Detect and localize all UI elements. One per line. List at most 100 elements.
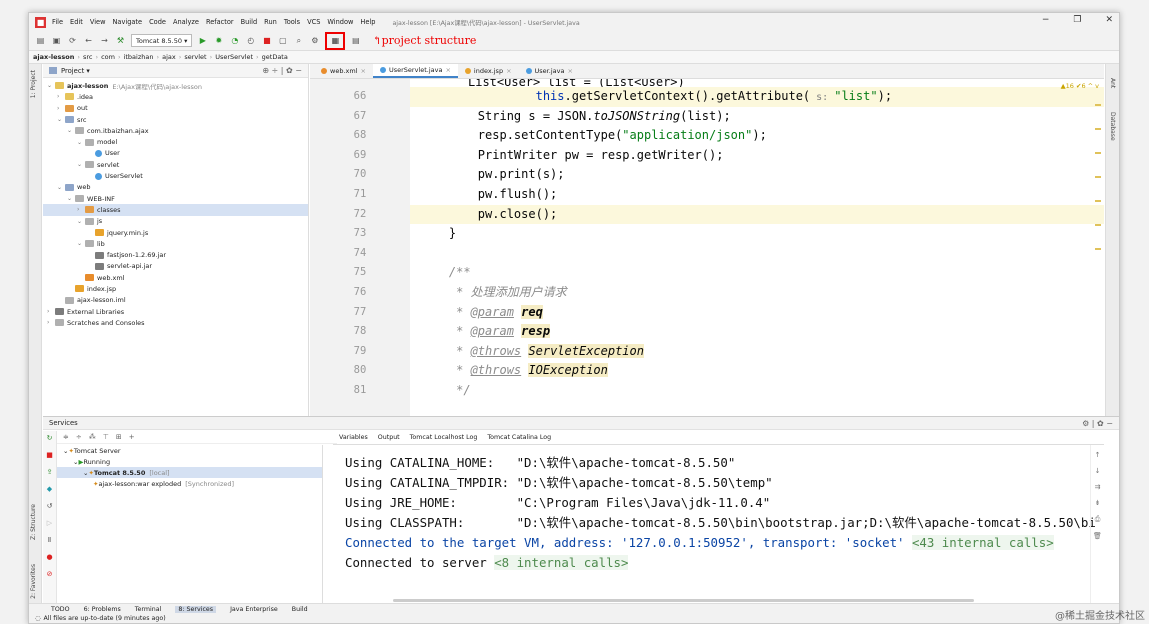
tool-window-tab[interactable]: TODO	[51, 606, 70, 613]
wrap-icon[interactable]: ⇉	[1095, 483, 1101, 491]
code-area[interactable]: List<User> list = (List<User>) this.getS…	[410, 79, 1104, 416]
coverage-icon[interactable]: ◔	[229, 35, 240, 46]
restart-icon[interactable]: ↻	[47, 434, 53, 442]
service-node[interactable]: ⌄ ✦ Tomcat 8.5.50 [local]	[57, 467, 322, 478]
expand-arrow-icon[interactable]: ⌄	[77, 161, 85, 168]
folded-calls[interactable]: <8 internal calls>	[494, 555, 629, 570]
resume-icon[interactable]: ▷	[47, 519, 52, 527]
expand-arrow-icon[interactable]: ⌄	[77, 240, 85, 247]
breadcrumb-item[interactable]: servlet	[184, 53, 206, 61]
add-service-icon[interactable]: +	[129, 433, 135, 441]
menu-vcs[interactable]: VCS	[307, 18, 320, 26]
tree-node[interactable]: UserServlet	[43, 170, 308, 181]
close-button[interactable]: ✕	[1105, 15, 1113, 25]
breadcrumb-item[interactable]: ajax	[162, 53, 176, 61]
project-tool-tab[interactable]: 1: Project	[30, 70, 37, 98]
favorites-tool-tab[interactable]: 2: Favorites	[30, 564, 37, 599]
close-tab-icon[interactable]: ×	[506, 67, 511, 75]
profile-icon[interactable]: ◴	[245, 35, 256, 46]
tree-node[interactable]: › .idea	[43, 91, 308, 102]
services-panel-actions[interactable]: ⚙ | ✿ −	[1082, 419, 1113, 428]
ant-tool-tab[interactable]: Ant	[1109, 78, 1116, 88]
refresh-icon[interactable]: ↺	[47, 502, 53, 510]
console-scrollbar[interactable]	[393, 599, 974, 602]
search-everywhere-icon[interactable]: ⌕	[293, 35, 304, 46]
tree-node[interactable]: › External Libraries	[43, 306, 308, 317]
expand-arrow-icon[interactable]: ⌄	[57, 184, 65, 191]
tree-node[interactable]: jquery.min.js	[43, 227, 308, 238]
menu-code[interactable]: Code	[149, 18, 166, 26]
expand-arrow-icon[interactable]: ›	[57, 93, 65, 100]
menu-tools[interactable]: Tools	[284, 18, 300, 26]
menu-build[interactable]: Build	[241, 18, 258, 26]
tool-window-tab[interactable]: 8: Services	[175, 605, 217, 613]
breakpoint-icon[interactable]: ●	[46, 553, 52, 561]
close-tab-icon[interactable]: ×	[567, 67, 572, 75]
expand-arrow-icon[interactable]: ›	[57, 105, 65, 112]
expand-arrow-icon[interactable]: ⌄	[77, 139, 85, 146]
tool-window-tab[interactable]: Terminal	[135, 606, 162, 613]
breadcrumb-item[interactable]: com	[101, 53, 115, 61]
expand-arrow-icon[interactable]: ⌄	[67, 195, 75, 202]
tool-window-tab[interactable]: Build	[292, 606, 308, 613]
down-icon[interactable]: ↓	[1095, 467, 1101, 475]
breadcrumb-item[interactable]: itbaizhan	[124, 53, 154, 61]
service-node[interactable]: ✦ ajax-lesson:war exploded [Synchronized]	[57, 478, 322, 489]
menu-file[interactable]: File	[52, 18, 63, 26]
save-icon[interactable]: ▣	[51, 35, 62, 46]
tree-node[interactable]: › classes	[43, 204, 308, 216]
editor-tab[interactable]: web.xml ×	[314, 64, 373, 78]
deploy-icon[interactable]: ◆	[47, 485, 52, 493]
project-structure-button[interactable]: ▦	[325, 31, 346, 50]
layout-icon[interactable]: ⊞	[116, 433, 122, 441]
menu-run[interactable]: Run	[264, 18, 277, 26]
build-icon[interactable]: ⚒	[115, 35, 126, 46]
menu-navigate[interactable]: Navigate	[112, 18, 142, 26]
editor-tab[interactable]: UserServlet.java ×	[372, 64, 458, 78]
stop-service-icon[interactable]: ■	[46, 451, 53, 459]
menu-edit[interactable]: Edit	[70, 18, 83, 26]
console-tab[interactable]: Tomcat Localhost Log	[410, 434, 478, 441]
maximize-button[interactable]: ❐	[1073, 15, 1081, 25]
back-icon[interactable]: ←	[83, 35, 94, 46]
breadcrumb-item[interactable]: ajax-lesson	[33, 53, 74, 61]
close-tab-icon[interactable]: ×	[361, 67, 366, 75]
menu-window[interactable]: Window	[327, 18, 353, 26]
filter-icon[interactable]: ⊤	[103, 433, 109, 441]
layout-icon[interactable]: ▢	[277, 35, 288, 46]
mute-icon[interactable]: ⊘	[47, 570, 53, 578]
expand-arrow-icon[interactable]: ⌄	[77, 218, 85, 225]
tree-node[interactable]: fastjson-1.2.69.jar	[43, 249, 308, 260]
expand-arrow-icon[interactable]: ⌄	[57, 116, 65, 123]
expand-arrow-icon[interactable]: ›	[77, 206, 85, 213]
console-tab[interactable]: Variables	[339, 434, 368, 441]
tree-node[interactable]: ⌄ web	[43, 182, 308, 193]
expand-arrow-icon[interactable]: ⌄	[47, 82, 55, 89]
pause-icon[interactable]: Ⅱ	[48, 536, 51, 544]
tree-node[interactable]: ⌄ WEB-INF	[43, 193, 308, 204]
tool-window-tab[interactable]: 6: Problems	[84, 606, 121, 613]
breadcrumb-item[interactable]: UserServlet	[215, 53, 253, 61]
expand-arrow-icon[interactable]: ⌄	[67, 127, 75, 134]
print-icon[interactable]: ⎙	[1095, 515, 1101, 524]
minimize-button[interactable]: −	[1042, 15, 1050, 25]
tree-node[interactable]: servlet-api.jar	[43, 261, 308, 272]
inspection-widget[interactable]: ▲16 ✔6 ^ v	[1061, 82, 1099, 90]
folded-calls[interactable]: <43 internal calls>	[911, 535, 1054, 550]
expand-arrow-icon[interactable]: ›	[47, 308, 55, 315]
tree-node[interactable]: ⌄ src	[43, 114, 308, 125]
collapse-all-icon[interactable]: ÷	[76, 433, 82, 441]
service-node[interactable]: ⌄ ✦ Tomcat Server	[57, 445, 322, 456]
debug-icon[interactable]: ✹	[213, 35, 224, 46]
structure-tool-tab[interactable]: Z: Structure	[30, 504, 37, 540]
menu-analyze[interactable]: Analyze	[173, 18, 199, 26]
project-panel-actions[interactable]: ⊕ ÷ | ✿ −	[262, 66, 302, 75]
tree-node[interactable]: ⌄ servlet	[43, 159, 308, 170]
tree-node[interactable]: web.xml	[43, 272, 308, 283]
menu-refactor[interactable]: Refactor	[206, 18, 234, 26]
scroll-end-icon[interactable]: ⇟	[1095, 499, 1101, 507]
breadcrumb-item[interactable]: getData	[262, 53, 288, 61]
sync-icon[interactable]: ⟳	[67, 35, 78, 46]
group-icon[interactable]: ⁂	[89, 433, 96, 441]
tree-node[interactable]: index.jsp	[43, 283, 308, 294]
